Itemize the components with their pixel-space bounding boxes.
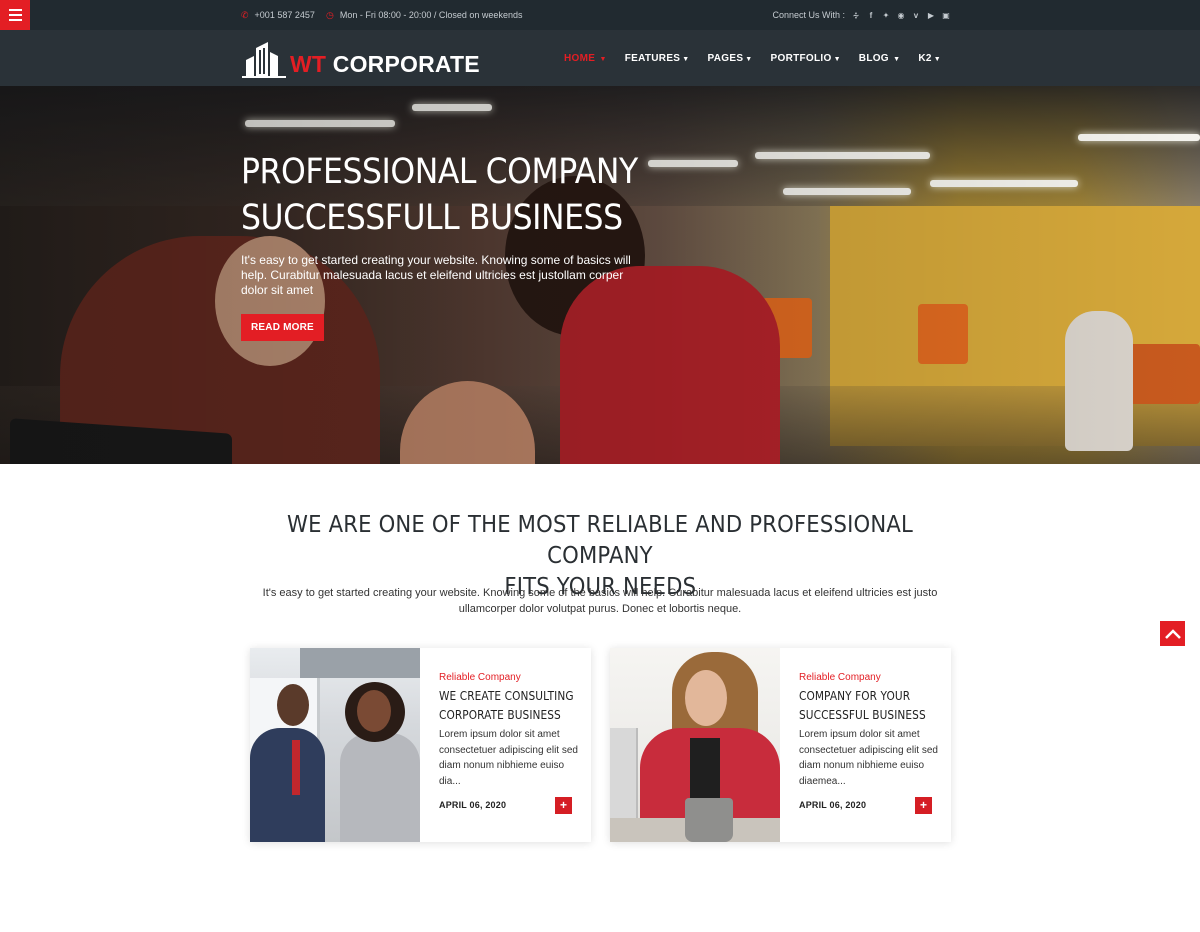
plus-icon[interactable]: + bbox=[915, 797, 932, 814]
nav-item-features[interactable]: FEATURES ▼ bbox=[616, 53, 699, 64]
card-title-line1: WE CREATE CONSULTING bbox=[439, 689, 574, 703]
card-excerpt: Lorem ipsum dolor sit amet consectetuer … bbox=[439, 729, 578, 787]
ceiling-beam bbox=[300, 648, 420, 678]
card-image-business-people[interactable] bbox=[250, 648, 420, 842]
man-in-suit bbox=[250, 728, 325, 842]
social-links: Connect Us With : ∻ f ✦ ◉ v ▶ ▣ bbox=[772, 0, 950, 30]
building-logo-icon bbox=[242, 42, 286, 78]
rss-icon[interactable]: ∻ bbox=[852, 11, 860, 20]
card-category[interactable]: Reliable Company bbox=[799, 672, 939, 683]
card-body: Reliable Company WE CREATE CONSULTING CO… bbox=[439, 672, 579, 789]
card-title[interactable]: COMPANY FOR YOUR SUCCESSFUL BUSINESS bbox=[799, 687, 926, 725]
logo-text-wt: WT bbox=[290, 51, 327, 77]
chevron-down-icon: ▼ bbox=[933, 55, 941, 63]
nav-home-label: HOME bbox=[564, 52, 596, 64]
card-date: APRIL 06, 2020 bbox=[799, 800, 867, 810]
hamburger-menu-icon[interactable] bbox=[0, 0, 30, 30]
phone-number: +001 587 2457 bbox=[254, 10, 315, 20]
hero-content: PROFESSIONAL COMPANY SUCCESSFULL BUSINES… bbox=[241, 149, 661, 341]
black-top bbox=[690, 738, 720, 798]
nav-pages-label: PAGES bbox=[707, 52, 744, 64]
nav-features-label: FEATURES bbox=[624, 52, 681, 64]
nav-k2-label: K2 bbox=[918, 52, 932, 64]
logo-text: WT CORPORATE bbox=[290, 50, 480, 78]
hero-title-line2: SUCCESSFULL BUSINESS bbox=[241, 198, 623, 238]
clock-icon: ◷ bbox=[326, 9, 334, 20]
chevron-up-icon bbox=[1164, 628, 1181, 639]
chevron-down-icon: ▼ bbox=[890, 55, 901, 63]
twitter-icon[interactable]: ✦ bbox=[882, 11, 890, 20]
phone-icon: ✆ bbox=[241, 9, 249, 20]
card-title-line1: COMPANY FOR YOUR bbox=[799, 689, 911, 703]
top-phone: ✆ +001 587 2457 bbox=[241, 0, 315, 30]
instagram-icon[interactable]: ▣ bbox=[942, 11, 950, 20]
card-title-line2: SUCCESSFUL BUSINESS bbox=[799, 708, 926, 722]
card-category[interactable]: Reliable Company bbox=[439, 672, 579, 683]
man-face bbox=[277, 684, 309, 726]
red-tie bbox=[292, 740, 300, 795]
site-header: WT CORPORATE HOME ▼ FEATURES ▼ PAGES ▼ POR… bbox=[0, 30, 1200, 86]
nav-portfolio-label: PORTFOLIO bbox=[770, 52, 832, 64]
site-logo[interactable]: WT CORPORATE bbox=[242, 42, 480, 78]
scroll-to-top-button[interactable] bbox=[1160, 621, 1185, 646]
hero-banner: PROFESSIONAL COMPANY SUCCESSFULL BUSINES… bbox=[0, 86, 1200, 464]
intro-text: It's easy to get started creating your w… bbox=[262, 587, 938, 615]
nav-item-pages[interactable]: PAGES ▼ bbox=[699, 53, 762, 64]
connect-label: Connect Us With : bbox=[772, 10, 845, 20]
coffee-mug bbox=[685, 798, 733, 842]
facebook-icon[interactable]: f bbox=[867, 11, 875, 20]
card-excerpt: Lorem ipsum dolor sit amet consectetuer … bbox=[799, 729, 938, 787]
woman-face bbox=[685, 670, 727, 726]
main-nav: HOME ▼ FEATURES ▼ PAGES ▼ PORTFOLIO ▼ BLOG … bbox=[555, 30, 950, 86]
service-card[interactable]: Reliable Company COMPANY FOR YOUR SUCCES… bbox=[610, 648, 951, 842]
nav-item-home[interactable]: HOME ▼ bbox=[555, 53, 616, 64]
logo-text-corporate: CORPORATE bbox=[332, 51, 480, 77]
chevron-down-icon: ▼ bbox=[682, 55, 690, 63]
pinterest-icon[interactable]: ◉ bbox=[897, 11, 905, 20]
card-title-line2: CORPORATE BUSINESS bbox=[439, 708, 561, 722]
opening-hours: Mon - Fri 08:00 - 20:00 / Closed on week… bbox=[339, 10, 523, 20]
hero-title-line1: PROFESSIONAL COMPANY bbox=[241, 152, 638, 192]
card-title[interactable]: WE CREATE CONSULTING CORPORATE BUSINESS bbox=[439, 687, 574, 725]
top-bar: ✆ +001 587 2457 ◷ Mon - Fri 08:00 - 20:0… bbox=[0, 0, 1200, 30]
hero-title: PROFESSIONAL COMPANY SUCCESSFULL BUSINES… bbox=[241, 149, 638, 241]
service-card[interactable]: Reliable Company WE CREATE CONSULTING CO… bbox=[250, 648, 591, 842]
nav-item-k2[interactable]: K2 ▼ bbox=[909, 53, 950, 64]
nav-blog-label: BLOG bbox=[858, 52, 889, 64]
vimeo-icon[interactable]: v bbox=[912, 11, 920, 20]
nav-item-blog[interactable]: BLOG ▼ bbox=[850, 53, 910, 64]
chevron-down-icon: ▼ bbox=[833, 55, 841, 63]
youtube-icon[interactable]: ▶ bbox=[927, 11, 935, 20]
top-hours: ◷ Mon - Fri 08:00 - 20:00 / Closed on we… bbox=[326, 0, 522, 30]
nav-item-portfolio[interactable]: PORTFOLIO ▼ bbox=[762, 53, 850, 64]
chevron-down-icon: ▼ bbox=[597, 55, 607, 63]
woman-in-blazer bbox=[340, 733, 420, 842]
intro-title-line1: WE ARE ONE OF THE MOST RELIABLE AND PROF… bbox=[286, 512, 914, 569]
chevron-down-icon: ▼ bbox=[745, 55, 753, 63]
card-date: APRIL 06, 2020 bbox=[439, 800, 507, 810]
plus-icon[interactable]: + bbox=[555, 797, 572, 814]
card-body: Reliable Company COMPANY FOR YOUR SUCCES… bbox=[799, 672, 939, 789]
read-more-button[interactable]: READ MORE bbox=[241, 314, 324, 341]
woman-face bbox=[357, 690, 391, 732]
hero-description: It's easy to get started creating your w… bbox=[241, 253, 631, 297]
card-image-woman-laptop[interactable] bbox=[610, 648, 780, 842]
